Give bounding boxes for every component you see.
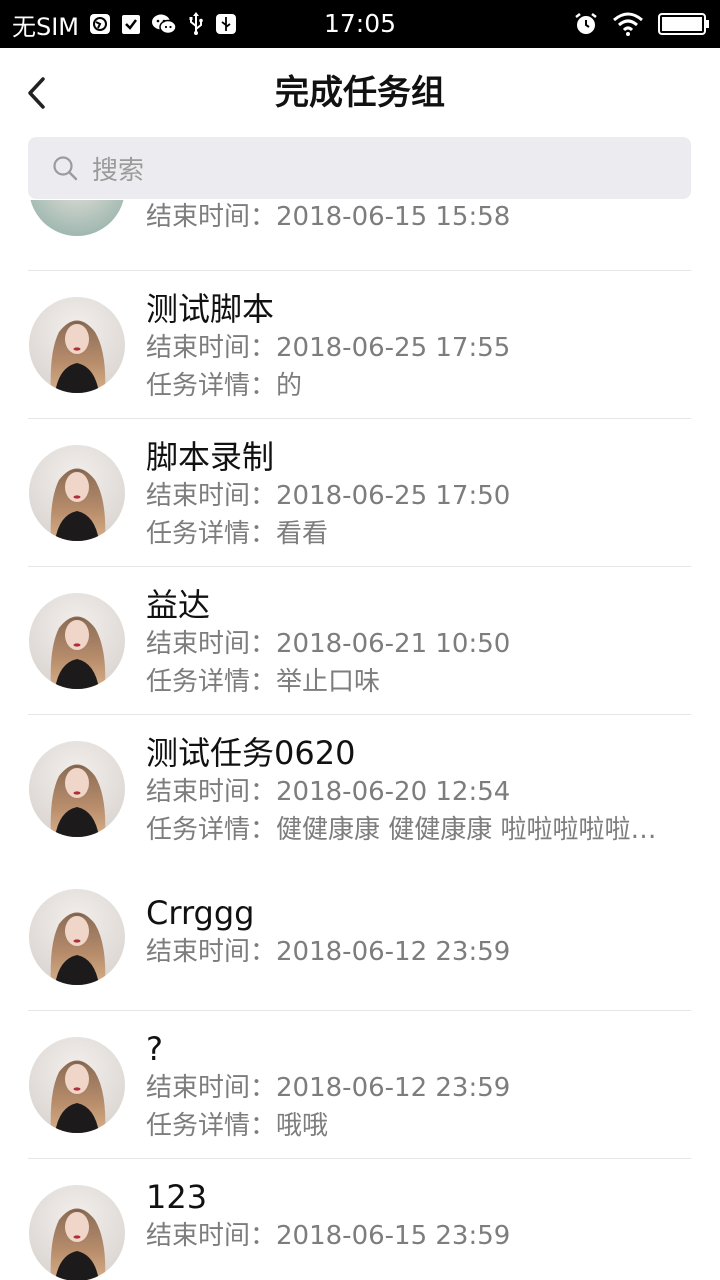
- list-item[interactable]: 测试任务0620 结束时间：2018-06-20 12:54 任务详情：健健康康…: [0, 715, 720, 863]
- detail-value: 哦哦: [276, 1111, 329, 1141]
- list-item[interactable]: 脚本录制 结束时间：2018-06-25 17:50 任务详情：看看: [0, 419, 720, 567]
- end-time-label: 结束时间：: [146, 777, 277, 807]
- task-name: ?: [146, 1030, 163, 1068]
- avatar: [29, 1185, 125, 1280]
- avatar: [29, 200, 125, 236]
- chevron-left-icon: [28, 77, 45, 109]
- detail-label: 任务详情：: [146, 815, 277, 845]
- list-item-partial[interactable]: 结束时间：2018-06-15 15:58: [0, 200, 720, 271]
- avatar: [29, 445, 125, 541]
- task-name: 测试任务0620: [146, 734, 356, 772]
- avatar: [29, 741, 125, 837]
- wifi-icon: [612, 12, 644, 36]
- end-time-label: 结束时间：: [146, 202, 277, 232]
- status-bar: 无SIM 17:05: [0, 0, 720, 48]
- alarm-icon: [574, 12, 598, 36]
- end-time-label: 结束时间：: [146, 937, 277, 967]
- detail-label: 任务详情：: [146, 1111, 277, 1141]
- detail-label: 任务详情：: [146, 371, 277, 401]
- search-placeholder: 搜索: [92, 155, 145, 186]
- search-icon: [52, 155, 78, 181]
- avatar: [29, 889, 125, 985]
- detail-value: 举止口味: [276, 667, 381, 697]
- back-button[interactable]: [16, 70, 56, 116]
- avatar: [29, 593, 125, 689]
- avatar: [29, 1037, 125, 1133]
- end-time-value: 2018-06-21 10:50: [276, 629, 511, 659]
- task-name: 脚本录制: [146, 438, 275, 476]
- end-time-label: 结束时间：: [146, 333, 277, 363]
- avatar: [29, 297, 125, 393]
- list-item[interactable]: Crrggg 结束时间：2018-06-12 23:59: [0, 863, 720, 1011]
- task-name: 益达: [146, 586, 211, 624]
- task-name: 测试脚本: [146, 290, 275, 328]
- end-time-value: 2018-06-15 23:59: [276, 1221, 511, 1251]
- search-input[interactable]: 搜索: [28, 137, 691, 199]
- end-time-label: 结束时间：: [146, 629, 277, 659]
- page-title: 完成任务组: [275, 73, 445, 113]
- detail-value: 看看: [276, 519, 329, 549]
- list-item[interactable]: ? 结束时间：2018-06-12 23:59 任务详情：哦哦: [0, 1011, 720, 1159]
- nav-header: 完成任务组: [0, 48, 720, 138]
- end-time-value: 2018-06-25 17:55: [276, 333, 511, 363]
- task-name: Crrggg: [146, 894, 255, 932]
- end-time-label: 结束时间：: [146, 481, 277, 511]
- detail-label: 任务详情：: [146, 519, 277, 549]
- detail-value: 的: [276, 371, 303, 401]
- end-time-value: 2018-06-12 23:59: [276, 1073, 511, 1103]
- end-time-value: 2018-06-25 17:50: [276, 481, 511, 511]
- task-name: 123: [146, 1178, 208, 1216]
- detail-label: 任务详情：: [146, 667, 277, 697]
- end-time-label: 结束时间：: [146, 1073, 277, 1103]
- end-time-value: 2018-06-15 15:58: [276, 202, 511, 232]
- end-time-label: 结束时间：: [146, 1221, 277, 1251]
- list-item[interactable]: 123 结束时间：2018-06-15 23:59: [0, 1159, 720, 1280]
- end-time-value: 2018-06-20 12:54: [276, 777, 511, 807]
- battery-icon: [658, 12, 710, 36]
- list-item[interactable]: 益达 结束时间：2018-06-21 10:50 任务详情：举止口味: [0, 567, 720, 715]
- detail-value: 健健康康 健健康康 啦啦啦啦啦啦啦: [276, 815, 680, 845]
- list-item[interactable]: 测试脚本 结束时间：2018-06-25 17:55 任务详情：的: [0, 271, 720, 419]
- task-list[interactable]: 结束时间：2018-06-15 15:58 测试脚本 结束时间：2018-06-…: [0, 200, 720, 1280]
- end-time-value: 2018-06-12 23:59: [276, 937, 511, 967]
